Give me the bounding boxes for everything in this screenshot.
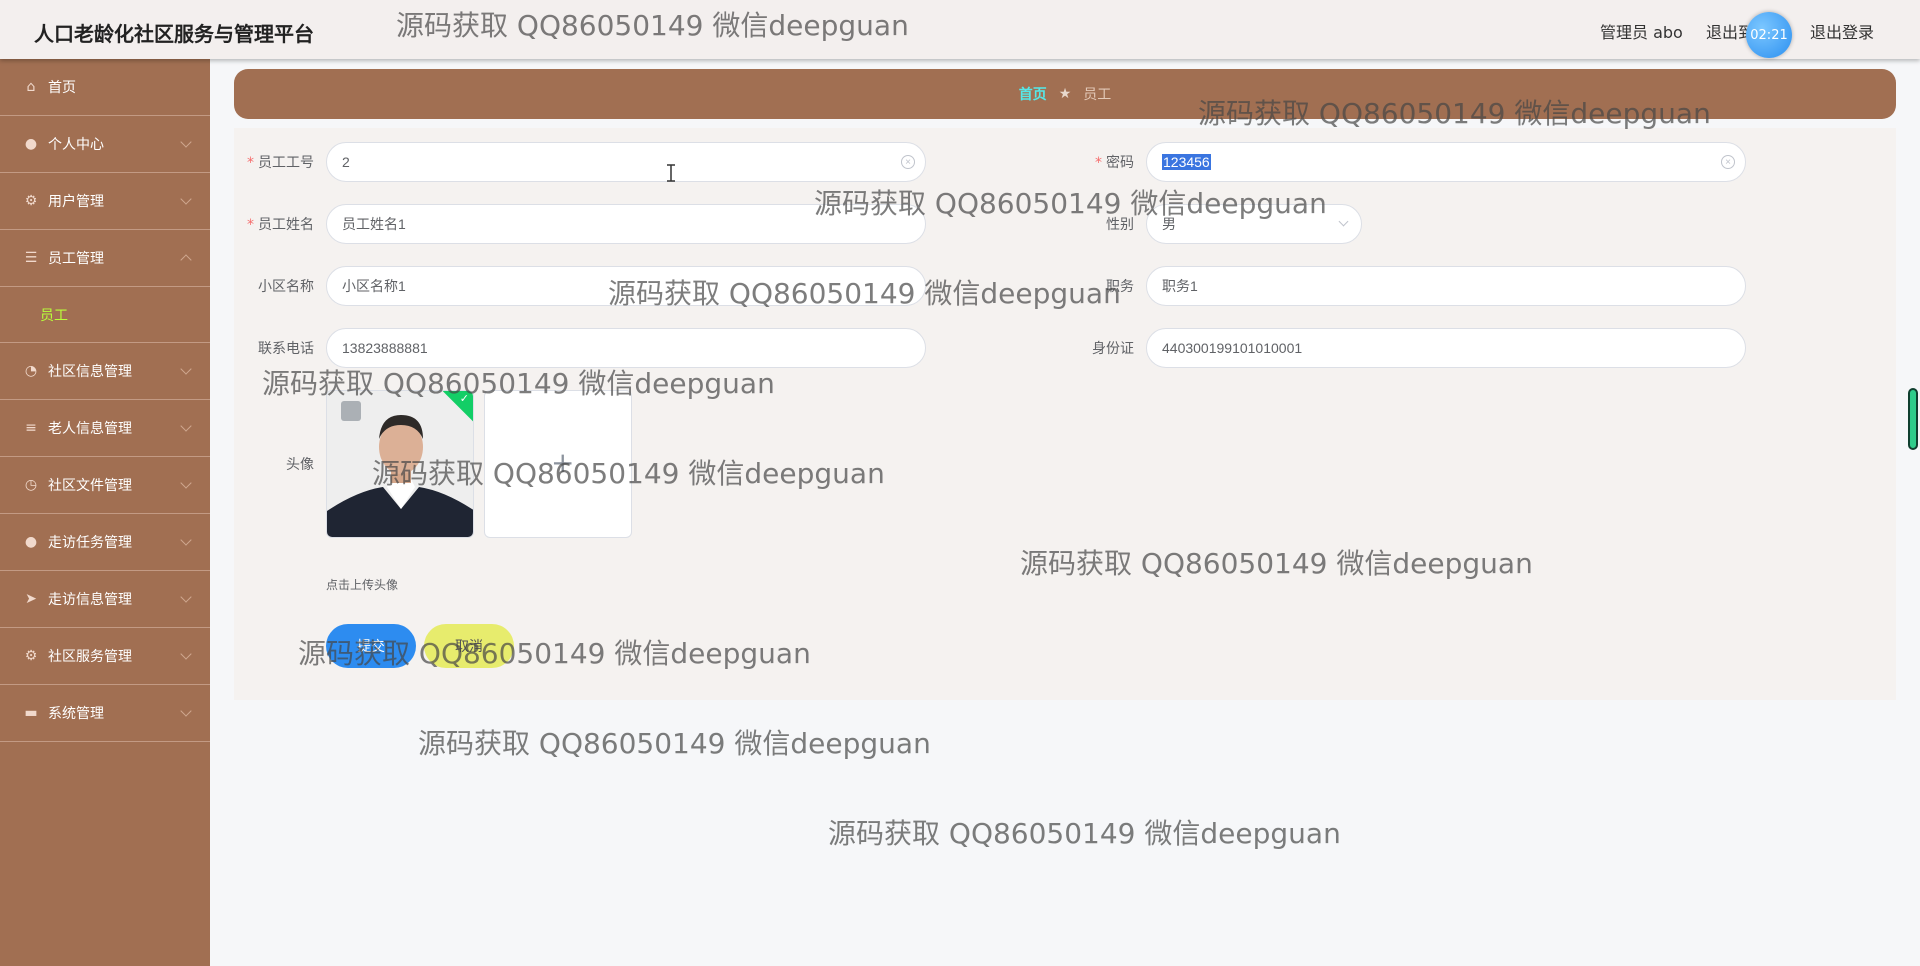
sidebar-item-community-files[interactable]: ◷ 社区文件管理	[0, 457, 210, 514]
community-value: 小区名称1	[342, 278, 406, 294]
submenu-item-staff[interactable]: 员工	[0, 287, 210, 343]
avatar-label: 头像	[286, 457, 314, 473]
chevron-down-icon	[180, 477, 192, 489]
clear-icon[interactable]: ×	[1721, 155, 1735, 169]
sliders-icon: ☰	[24, 250, 38, 266]
gender-label: 性别	[1106, 217, 1134, 233]
gender-select[interactable]: 男	[1146, 204, 1362, 244]
sidebar-item-label: 社区文件管理	[48, 478, 132, 494]
sidebar-item-visit-tasks[interactable]: ● 走访任务管理	[0, 514, 210, 571]
sidebar-item-label: 走访信息管理	[48, 592, 132, 608]
phone-label: 联系电话	[258, 341, 314, 357]
id-card-label: 身份证	[1092, 341, 1134, 357]
submit-button[interactable]: 提交	[326, 624, 416, 668]
employee-name-value: 员工姓名1	[342, 216, 406, 232]
clear-icon[interactable]: ×	[901, 155, 915, 169]
phone-field[interactable]: 13823888881	[326, 328, 926, 368]
text-cursor-icon	[667, 164, 675, 182]
watermark: 源码获取 QQ86050149 微信deepguan	[418, 727, 931, 760]
sidebar-item-staff[interactable]: ☰ 员工管理	[0, 230, 210, 287]
chevron-up-icon	[180, 254, 192, 266]
sidebar-item-label: 系统管理	[48, 706, 104, 722]
avatar-upload-button[interactable]: +	[484, 390, 632, 538]
sidebar-item-home[interactable]: ⌂ 首页	[0, 59, 210, 116]
dial-icon: ◔	[24, 363, 38, 379]
home-icon: ⌂	[26, 79, 36, 95]
employee-form: * 员工工号 2 × * 密码 123456 × * 员工姓名 员工姓名1 性别 男 …	[234, 128, 1896, 700]
breadcrumb-home[interactable]: 首页	[1019, 84, 1047, 104]
password-field[interactable]: 123456 ×	[1146, 142, 1746, 182]
check-icon: ✓	[459, 392, 469, 405]
sidebar-item-label: 社区信息管理	[48, 364, 132, 380]
id-card-value: 440300199101010001	[1162, 340, 1303, 356]
chevron-down-icon	[1338, 216, 1349, 227]
watermark: 源码获取 QQ86050149 微信deepguan	[828, 817, 1341, 850]
upload-tip: 点击上传头像	[326, 578, 399, 592]
sidebar-item-label: 首页	[48, 80, 76, 96]
employee-no-field[interactable]: 2 ×	[326, 142, 926, 182]
sidebar-item-elderly-info[interactable]: ≡ 老人信息管理	[0, 400, 210, 457]
top-header: 人口老龄化社区服务与管理平台 管理员 abo 退出到 02:21 退出登录	[0, 0, 1920, 59]
position-value: 职务1	[1162, 278, 1198, 294]
breadcrumb-current: 员工	[1083, 87, 1112, 103]
sidebar-item-label: 老人信息管理	[48, 421, 132, 437]
phone-value: 13823888881	[342, 340, 428, 356]
employee-no-value: 2	[342, 154, 350, 170]
logout-link[interactable]: 退出登录	[1810, 19, 1874, 43]
position-label: 职务	[1106, 279, 1134, 295]
chevron-down-icon	[180, 363, 192, 375]
password-value: 123456	[1162, 154, 1211, 170]
timer-badge: 02:21	[1746, 12, 1792, 58]
gender-value: 男	[1162, 216, 1176, 232]
send-icon: ➤	[25, 591, 37, 607]
sidebar-item-label: 用户管理	[48, 194, 104, 210]
community-label: 小区名称	[258, 279, 314, 295]
chevron-down-icon	[180, 420, 192, 432]
gear-icon: ⚙	[24, 648, 38, 664]
position-field[interactable]: 职务1	[1146, 266, 1746, 306]
sidebar-item-label: 社区服务管理	[48, 649, 132, 665]
user-icon: ●	[24, 534, 38, 550]
id-card-field[interactable]: 440300199101010001	[1146, 328, 1746, 368]
sidebar-item-profile[interactable]: ● 个人中心	[0, 116, 210, 173]
sidebar-item-visit-info[interactable]: ➤ 走访信息管理	[0, 571, 210, 628]
breadcrumb: 首页 ★ 员工	[234, 69, 1896, 119]
employee-name-label: * 员工姓名	[247, 217, 314, 233]
sidebar: ⌂ 首页 ● 个人中心 ⚙ 用户管理 ☰ 员工管理 员工 ◔ 社区信息管理 ≡ …	[0, 59, 210, 966]
sidebar-item-label: 个人中心	[48, 137, 104, 153]
current-user-label: 管理员 abo	[1600, 23, 1683, 42]
chat-icon: ▬	[24, 705, 38, 721]
list-icon: ≡	[25, 420, 37, 436]
gear-icon: ⚙	[24, 193, 38, 209]
sidebar-item-community-info[interactable]: ◔ 社区信息管理	[0, 343, 210, 400]
employee-no-label: * 员工工号	[247, 155, 314, 171]
avatar-image	[327, 391, 473, 537]
chevron-down-icon	[180, 705, 192, 717]
sidebar-item-label: 员工管理	[48, 251, 104, 267]
clock-icon: ◷	[24, 477, 38, 493]
sidebar-item-label: 走访任务管理	[48, 535, 132, 551]
user-icon: ●	[24, 136, 38, 152]
star-icon: ★	[1058, 86, 1072, 102]
app-title: 人口老龄化社区服务与管理平台	[34, 22, 314, 46]
sidebar-item-community-services[interactable]: ⚙ 社区服务管理	[0, 628, 210, 685]
sidebar-item-system[interactable]: ▬ 系统管理	[0, 685, 210, 742]
chevron-down-icon	[180, 591, 192, 603]
password-label: * 密码	[1095, 155, 1134, 171]
cancel-button[interactable]: 取消	[424, 624, 514, 668]
sidebar-item-users[interactable]: ⚙ 用户管理	[0, 173, 210, 230]
chevron-down-icon	[180, 193, 192, 205]
avatar-preview[interactable]: ✓	[326, 390, 474, 538]
chevron-down-icon	[180, 534, 192, 546]
scroll-handle[interactable]	[1908, 388, 1918, 450]
chevron-down-icon	[180, 648, 192, 660]
employee-name-field[interactable]: 员工姓名1	[326, 204, 926, 244]
community-field[interactable]: 小区名称1	[326, 266, 926, 306]
plus-icon: +	[551, 446, 575, 479]
chevron-down-icon	[180, 136, 192, 148]
